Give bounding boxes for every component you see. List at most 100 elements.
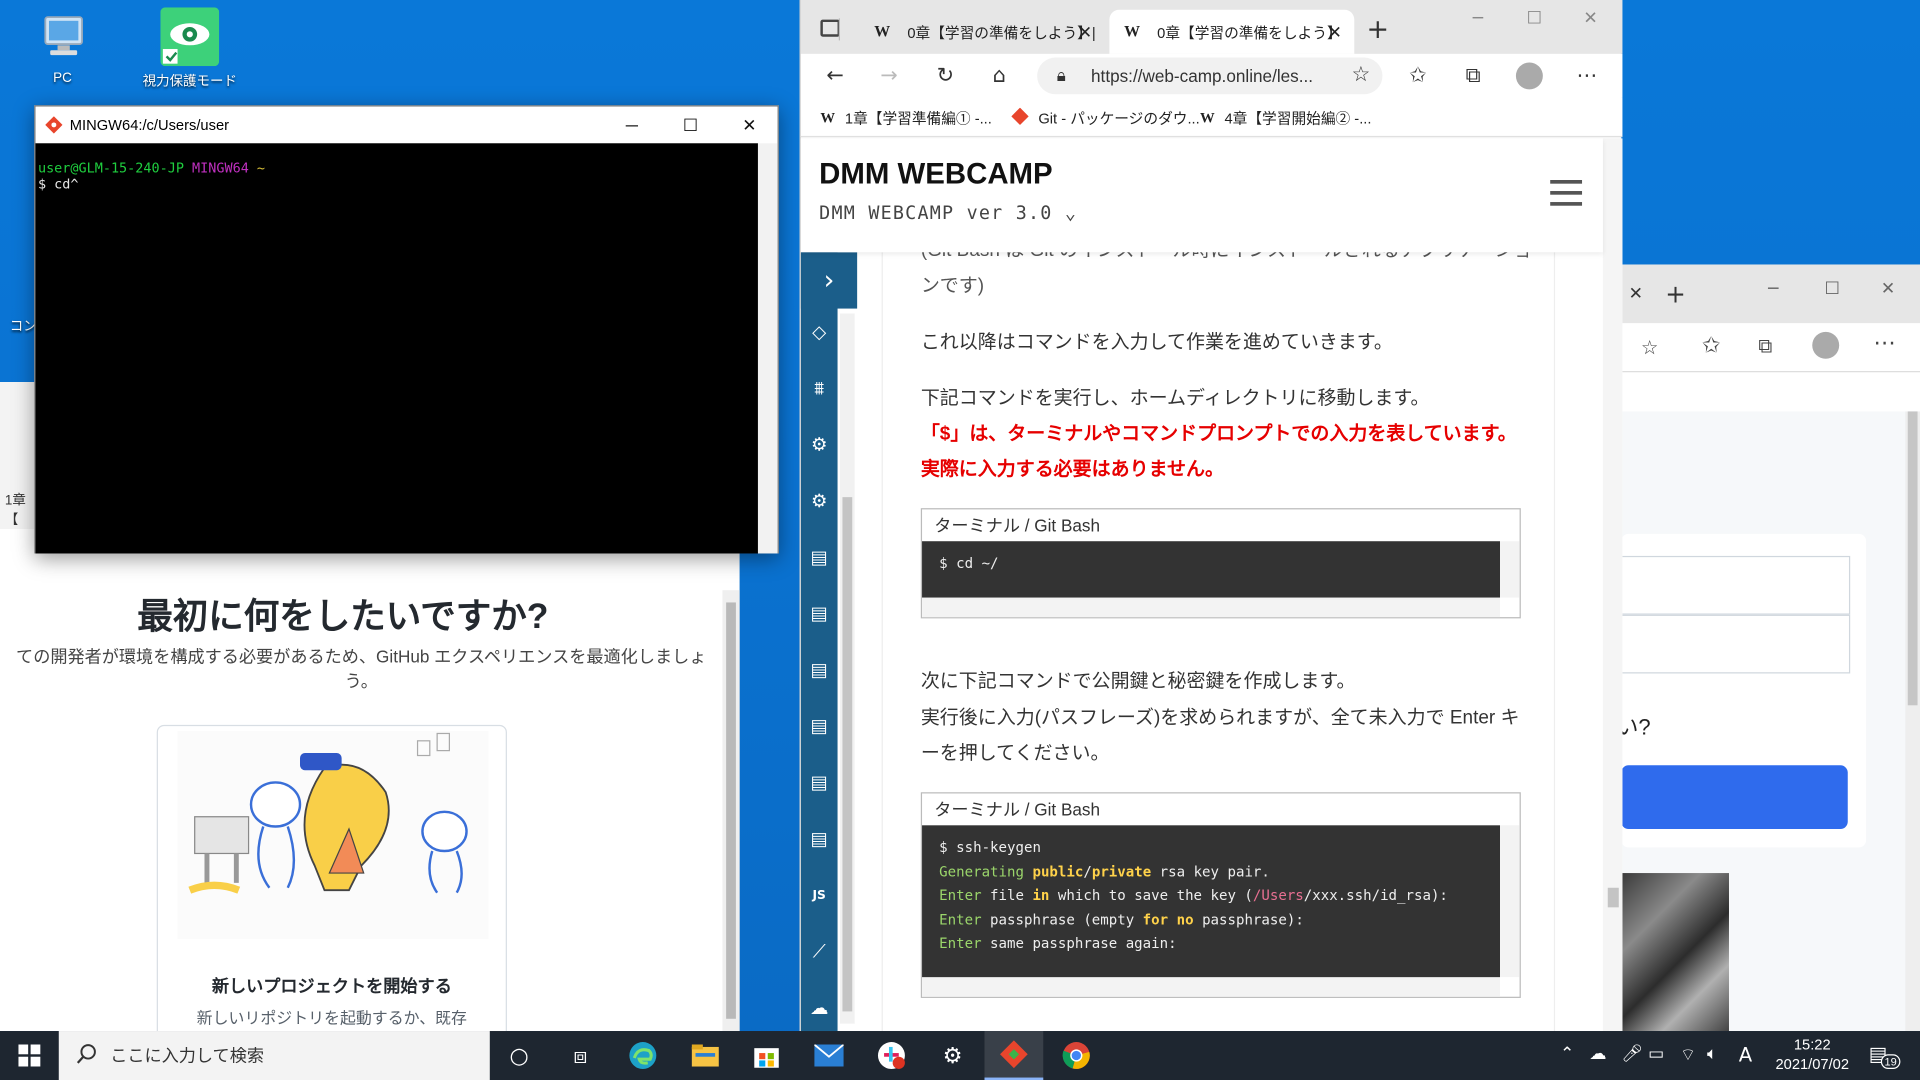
close-button[interactable]: ✕ bbox=[1562, 0, 1618, 37]
home-icon[interactable]: ⌂ bbox=[982, 61, 1016, 90]
ime-indicator[interactable]: A bbox=[1739, 1043, 1752, 1066]
refresh-icon[interactable]: ↻ bbox=[928, 61, 962, 90]
close-icon[interactable]: ✕ bbox=[1629, 284, 1643, 304]
code-hscroll[interactable] bbox=[922, 597, 1501, 618]
task-view-icon[interactable]: ⧈ bbox=[551, 1031, 610, 1080]
more-icon[interactable]: ⋯ bbox=[1570, 61, 1604, 90]
code-vscroll[interactable] bbox=[1500, 825, 1520, 978]
profile-icon[interactable] bbox=[1515, 62, 1543, 90]
gears-icon[interactable]: ⚙ bbox=[803, 485, 835, 517]
page-scrollbar[interactable] bbox=[1602, 138, 1623, 1032]
search-placeholder: ここに入力して検索 bbox=[110, 1045, 264, 1066]
maximize-button[interactable]: ☐ bbox=[662, 107, 718, 144]
tab-close-icon[interactable]: ✕ bbox=[1328, 21, 1342, 42]
tab-1[interactable]: W 0章【学習の準備をしよう】| ✕ bbox=[860, 10, 1105, 54]
terminal-screen[interactable]: user@GLM-15-240-JP MINGW64 ~ $ cd^ bbox=[35, 143, 758, 554]
article-icon[interactable]: ▤ bbox=[803, 541, 835, 573]
battery-icon[interactable]: ▭ bbox=[1648, 1044, 1664, 1064]
background-field-2[interactable] bbox=[1621, 614, 1851, 674]
background-primary-button[interactable] bbox=[1621, 765, 1848, 829]
forward-icon[interactable]: → bbox=[872, 61, 906, 90]
favorites-icon[interactable]: ✩ bbox=[1401, 61, 1435, 90]
bookmarks-bar: W 1章【学習準備編① -... Git - パッケージのダウ... W 4章【… bbox=[800, 97, 1623, 138]
gear-icon[interactable]: ⚙ bbox=[803, 429, 835, 461]
sidebar-scrollbar[interactable] bbox=[840, 313, 855, 1024]
close-button[interactable]: ✕ bbox=[721, 107, 777, 144]
address-bar[interactable]: 🔒︎ https://web-camp.online/les... ☆ bbox=[1037, 57, 1383, 95]
desktop-icon-eye-mode[interactable]: 視力保護モード bbox=[141, 7, 239, 90]
background-field-1[interactable] bbox=[1621, 555, 1851, 615]
slack-icon[interactable] bbox=[862, 1031, 921, 1080]
minimize-icon[interactable]: ─ bbox=[1768, 279, 1778, 299]
more-icon[interactable]: ⋯ bbox=[1873, 331, 1895, 357]
minimize-button[interactable]: ─ bbox=[604, 107, 660, 144]
terminal-titlebar[interactable]: MINGW64:/c/Users/user ─ ☐ ✕ bbox=[36, 107, 778, 144]
page-description: ての開発者が環境を構成する必要があるため、GitHub エクスペリエンスを最適化… bbox=[16, 646, 707, 691]
javascript-icon[interactable]: JS bbox=[803, 879, 835, 911]
add-favorite-icon[interactable]: ☆ bbox=[1641, 336, 1659, 359]
taskbar-search[interactable]: ここに入力して検索 bbox=[58, 1031, 490, 1080]
article-icon[interactable]: ▤ bbox=[803, 654, 835, 686]
diamond-icon[interactable]: ◇ bbox=[803, 316, 835, 348]
article-icon[interactable]: ▤ bbox=[803, 823, 835, 855]
github-partial-tab[interactable]: 1章【 bbox=[5, 490, 36, 529]
code-hscroll[interactable] bbox=[922, 977, 1501, 997]
add-favorite-icon[interactable]: ☆ bbox=[1352, 62, 1371, 86]
bridge-icon[interactable]: ⩩ bbox=[803, 372, 835, 404]
terminal-window[interactable]: MINGW64:/c/Users/user ─ ☐ ✕ user@GLM-15-… bbox=[34, 105, 779, 554]
cortana-icon[interactable]: ○ bbox=[490, 1031, 549, 1080]
new-tab-icon[interactable]: + bbox=[1367, 15, 1390, 46]
tab-actions-icon[interactable] bbox=[820, 19, 841, 37]
minimize-button[interactable]: ─ bbox=[1450, 0, 1506, 37]
maximize-button[interactable]: ☐ bbox=[1506, 0, 1562, 37]
bookmark-1[interactable]: W 1章【学習準備編① -... bbox=[820, 108, 991, 129]
clock[interactable]: 15:22 2021/07/02 bbox=[1763, 1035, 1861, 1074]
article-icon[interactable]: ▤ bbox=[803, 598, 835, 630]
cloud-icon[interactable]: ☁ bbox=[803, 992, 835, 1024]
git-icon[interactable] bbox=[984, 1031, 1044, 1080]
terminal-scrollbar[interactable] bbox=[757, 143, 778, 554]
webcamp-icon: W bbox=[1200, 108, 1215, 127]
bookmark-label: Git - パッケージのダウ... bbox=[1038, 110, 1200, 128]
chevron-right-icon[interactable]: › bbox=[800, 252, 858, 309]
article-icon[interactable]: ▤ bbox=[803, 710, 835, 742]
start-button[interactable] bbox=[0, 1031, 59, 1080]
github-scrollbar[interactable] bbox=[722, 590, 740, 1032]
wifi-icon[interactable]: ⌔ bbox=[1680, 1044, 1696, 1066]
start-project-card[interactable]: 新しいプロジェクトを開始する 新しいリポジトリを起動するか、既存 bbox=[156, 724, 507, 1044]
mail-icon[interactable] bbox=[800, 1031, 859, 1080]
volume-icon[interactable]: 🔈︎ bbox=[1707, 1044, 1717, 1064]
settings-icon[interactable]: ⚙ bbox=[923, 1031, 982, 1080]
explorer-icon[interactable] bbox=[676, 1031, 735, 1080]
chevron-up-icon[interactable]: ⌃ bbox=[1560, 1044, 1574, 1064]
collections-icon[interactable]: ⧉ bbox=[1456, 61, 1490, 90]
bookmark-2[interactable]: Git - パッケージのダウ... bbox=[1011, 107, 1200, 129]
chart-icon[interactable]: ⟋ bbox=[803, 936, 835, 968]
version-selector[interactable]: DMM WEBCAMP ver 3.0 ⌄ bbox=[819, 202, 1077, 224]
bookmark-3[interactable]: W 4章【学習開始編② -... bbox=[1200, 108, 1371, 129]
profile-icon[interactable] bbox=[1812, 331, 1840, 359]
close-window-icon[interactable]: ✕ bbox=[1881, 279, 1895, 299]
code-vscroll[interactable] bbox=[1500, 541, 1520, 598]
microphone-icon[interactable]: 🎤︎ bbox=[1621, 1044, 1643, 1064]
store-icon[interactable] bbox=[737, 1031, 796, 1080]
favorites-icon[interactable]: ✩ bbox=[1702, 333, 1720, 359]
taskbar: ここに入力して検索 ○ ⧈ ⚙ ⌃ ☁ 🎤︎ ▭ ⌔ 🔈︎ A 15:22 20… bbox=[0, 1031, 1920, 1080]
webcamp-icon: W bbox=[820, 108, 836, 127]
background-scrollbar[interactable] bbox=[1905, 411, 1920, 1032]
new-tab-icon[interactable]: + bbox=[1665, 279, 1686, 308]
back-icon[interactable]: ← bbox=[818, 61, 852, 90]
maximize-icon[interactable]: ☐ bbox=[1824, 279, 1839, 299]
onedrive-icon[interactable]: ☁ bbox=[1589, 1044, 1606, 1064]
tab-close-icon[interactable]: ✕ bbox=[1078, 21, 1092, 42]
site-logo[interactable]: DMM WEBCAMP bbox=[819, 158, 1052, 192]
article-icon[interactable]: ▤ bbox=[803, 767, 835, 799]
edge-icon[interactable] bbox=[613, 1031, 672, 1080]
project-illustration bbox=[177, 731, 489, 940]
tab-2[interactable]: W 0章【学習の準備をしよう】 ✕ bbox=[1109, 9, 1355, 54]
desktop-icon-pc[interactable]: PC bbox=[13, 7, 111, 86]
notification-icon[interactable]: ▤ 19 bbox=[1869, 1042, 1901, 1069]
chrome-icon[interactable] bbox=[1047, 1031, 1106, 1080]
hamburger-menu-icon[interactable] bbox=[1550, 180, 1583, 207]
collections-icon[interactable]: ⧉ bbox=[1758, 334, 1772, 358]
